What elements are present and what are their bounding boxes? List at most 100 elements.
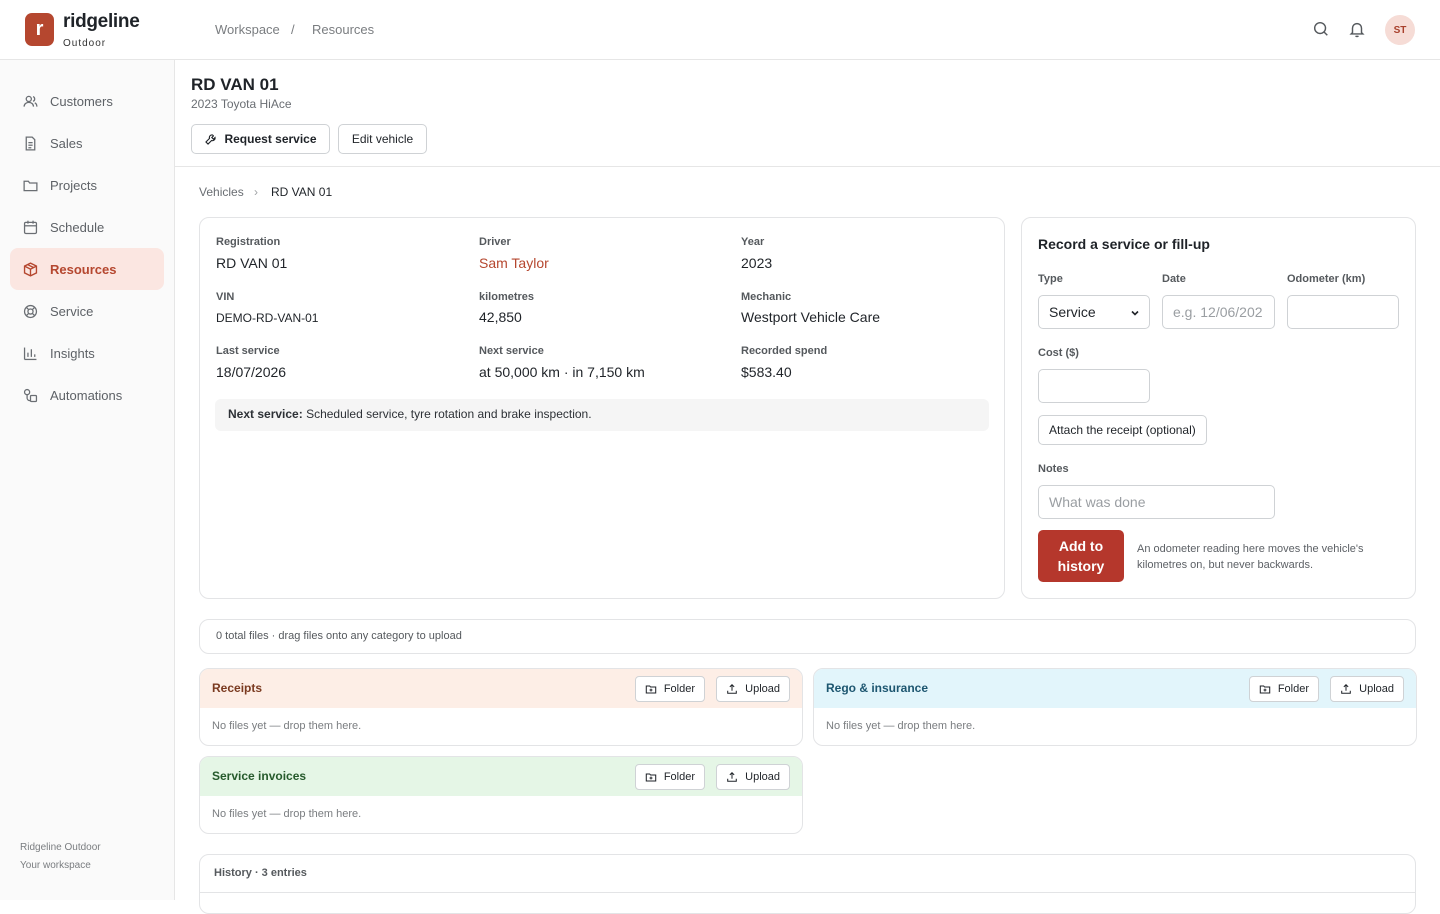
folder-button[interactable]: Folder [634, 764, 705, 790]
empty-message: No files yet — drop them here. [826, 720, 976, 732]
folder-label: Folder [663, 771, 695, 783]
brand-name: ridgeline [63, 11, 140, 32]
folder-icon [23, 180, 38, 191]
breadcrumb-resources[interactable]: Resources [312, 22, 374, 37]
type-select[interactable]: Service [1038, 295, 1150, 329]
odometer-input[interactable] [1287, 295, 1399, 329]
chevron-right-icon: › [254, 185, 258, 199]
files-summary: 0 total files · drag files onto any cate… [199, 619, 1416, 654]
cost-input[interactable] [1038, 369, 1150, 403]
upload-button[interactable]: Upload [1330, 676, 1404, 702]
recorded-spend-label: Recorded spend [741, 345, 828, 357]
sidebar-item-label: Projects [50, 177, 97, 193]
folder-label: Folder [1277, 683, 1309, 695]
page-header: RD VAN 01 2023 Toyota HiAce Request serv… [175, 60, 1440, 167]
empty-message: No files yet — drop them here. [212, 720, 362, 732]
upload-icon [727, 683, 737, 694]
folder-plus-icon [1259, 685, 1271, 694]
breadcrumb-vehicles[interactable]: Vehicles [199, 185, 244, 199]
document-icon [25, 135, 36, 151]
shapes-icon [23, 388, 38, 402]
bar-chart-icon [23, 347, 37, 360]
box-icon [23, 261, 38, 277]
sidebar-item-sales[interactable]: Sales [10, 122, 164, 164]
upload-button[interactable]: Upload [716, 676, 790, 702]
brand-subtitle: Outdoor [63, 38, 107, 49]
vehicle-details-card: Registration RD VAN 01 Driver Sam Taylor… [199, 217, 1005, 599]
request-service-button[interactable]: Request service [191, 124, 330, 154]
folder-button[interactable]: Folder [1248, 676, 1319, 702]
date-input[interactable]: e.g. 12/06/202 [1162, 295, 1275, 329]
type-label: Type [1038, 273, 1063, 285]
breadcrumb-separator: / [291, 22, 295, 37]
mechanic-value: Westport Vehicle Care [741, 309, 881, 325]
upload-button[interactable]: Upload [716, 764, 790, 790]
sidebar-item-projects[interactable]: Projects [10, 164, 164, 206]
cost-label: Cost ($) [1038, 347, 1079, 359]
sidebar-item-schedule[interactable]: Schedule [10, 206, 164, 248]
edit-vehicle-button[interactable]: Edit vehicle [338, 124, 427, 154]
date-label: Date [1162, 273, 1186, 285]
category-title: Rego & insurance [826, 681, 929, 695]
upload-label: Upload [1359, 683, 1394, 695]
bell-icon[interactable] [1348, 20, 1366, 38]
sidebar-item-label: Sales [50, 135, 83, 151]
top-bar: r ridgeline Outdoor Workspace / Resource… [0, 0, 1440, 60]
sidebar-item-label: Resources [50, 261, 117, 277]
sidebar-item-label: Insights [50, 345, 95, 361]
vin-label: VIN [216, 291, 235, 303]
logo[interactable]: r [25, 13, 54, 46]
breadcrumb-current: RD VAN 01 [271, 185, 333, 199]
page-title: RD VAN 01 [191, 75, 279, 94]
category-service-invoices[interactable]: Service invoices Folder Upload No files … [199, 756, 803, 834]
last-service-value: 18/07/2026 [216, 364, 287, 380]
sidebar-item-label: Schedule [50, 219, 105, 235]
sidebar-item-label: Automations [50, 387, 123, 403]
notes-input[interactable]: What was done [1038, 485, 1275, 519]
attach-receipt-button[interactable]: Attach the receipt (optional) [1038, 415, 1207, 445]
odometer-helper-text: An odometer reading here moves the vehic… [1137, 543, 1364, 571]
next-service-label: Next service [479, 345, 544, 357]
workspace-label: Your workspace [20, 860, 91, 871]
last-service-label: Last service [216, 345, 280, 357]
add-label-line1: Add to [1058, 538, 1104, 554]
category-rego-insurance[interactable]: Rego & insurance Folder Upload No files … [813, 668, 1417, 746]
vin-value: DEMO-RD-VAN-01 [216, 311, 319, 325]
recorded-spend-value: $583.40 [741, 364, 792, 380]
sidebar-item-automations[interactable]: Automations [10, 374, 164, 416]
category-title: Receipts [212, 681, 263, 695]
add-to-history-button[interactable]: Add to history [1038, 530, 1124, 582]
upload-label: Upload [745, 683, 780, 695]
user-avatar[interactable]: ST [1385, 15, 1415, 45]
record-service-card: Record a service or fill-up Type Service… [1021, 217, 1416, 599]
year-label: Year [741, 236, 765, 248]
upload-icon [727, 771, 737, 782]
folder-plus-icon [645, 685, 657, 694]
divider [200, 892, 1415, 893]
category-receipts[interactable]: Receipts Folder Upload No files yet — dr… [199, 668, 803, 746]
page-subtitle: 2023 Toyota HiAce [191, 97, 292, 111]
search-icon[interactable] [1312, 20, 1330, 38]
calendar-icon [23, 220, 38, 234]
sidebar-item-service[interactable]: Service [10, 290, 164, 332]
history-panel: History · 3 entries [199, 854, 1416, 914]
driver-link[interactable]: Sam Taylor [479, 255, 549, 271]
category-header: Rego & insurance Folder Upload [814, 669, 1416, 708]
driver-label: Driver [479, 236, 511, 248]
sidebar-item-customers[interactable]: Customers [10, 80, 164, 122]
history-title: History · 3 entries [214, 867, 307, 879]
record-title: Record a service or fill-up [1038, 236, 1210, 252]
folder-button[interactable]: Folder [634, 676, 705, 702]
chevron-down-icon [1131, 310, 1139, 316]
breadcrumb-workspace[interactable]: Workspace [215, 22, 280, 37]
note-text: Scheduled service, tyre rotation and bra… [306, 407, 592, 421]
kilometres-label: kilometres [479, 291, 535, 303]
registration-value: RD VAN 01 [216, 255, 288, 271]
sidebar-item-resources[interactable]: Resources [10, 248, 164, 290]
users-icon [23, 95, 38, 107]
category-header: Receipts Folder Upload [200, 669, 802, 708]
odometer-label: Odometer (km) [1287, 273, 1366, 285]
add-label-line2: history [1057, 558, 1105, 574]
mechanic-label: Mechanic [741, 291, 792, 303]
sidebar-item-insights[interactable]: Insights [10, 332, 164, 374]
